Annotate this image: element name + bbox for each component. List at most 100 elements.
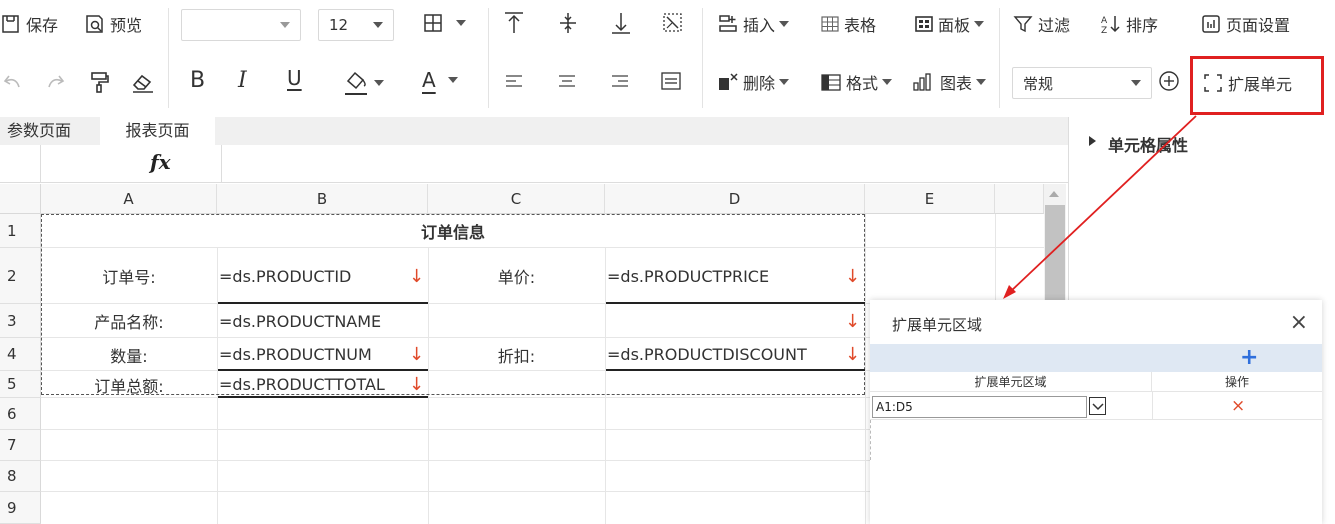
tab-report-page[interactable]: 报表页面 <box>100 117 215 145</box>
panel-button[interactable]: 面板 <box>914 12 985 36</box>
number-format-select[interactable]: 常规 <box>1012 67 1152 99</box>
align-middle-button[interactable] <box>556 10 580 36</box>
expand-down-arrow-icon: ↓ <box>845 266 861 287</box>
border-button[interactable] <box>422 12 466 34</box>
chart-label: 图表 <box>940 74 973 93</box>
fill-color-button[interactable] <box>342 68 384 98</box>
chevron-down-icon <box>280 22 290 28</box>
table-button[interactable]: 表格 <box>820 12 876 36</box>
align-center-button[interactable] <box>557 72 577 92</box>
row-header-2[interactable]: 2 <box>0 248 41 304</box>
column-header-e[interactable]: E <box>865 184 995 214</box>
redo-button[interactable] <box>46 72 66 92</box>
number-format-value: 常规 <box>1023 74 1054 93</box>
chevron-down-icon <box>1131 80 1141 86</box>
sort-button[interactable]: AZ 排序 <box>1100 12 1158 36</box>
font-family-select[interactable] <box>181 9 301 41</box>
sort-label: 排序 <box>1126 16 1159 35</box>
delete-button[interactable]: 删除 <box>717 70 790 94</box>
underline-button[interactable]: U <box>287 66 302 90</box>
cell-order-no-label[interactable]: 订单号: <box>41 248 217 304</box>
sort-icon: AZ <box>1100 13 1122 35</box>
row-header-7[interactable]: 7 <box>0 430 41 461</box>
cell-product-name-label[interactable]: 产品名称: <box>41 304 217 338</box>
align-top-button[interactable] <box>502 10 526 36</box>
cell-underline <box>218 396 428 398</box>
format-painter-icon <box>88 70 110 94</box>
row-header-5[interactable]: 5 <box>0 371 41 398</box>
page-setup-button[interactable]: 页面设置 <box>1200 12 1290 36</box>
preview-button[interactable]: 预览 <box>84 12 142 36</box>
function-icon[interactable]: fx <box>150 150 171 174</box>
cell-discount-label[interactable]: 折扣: <box>428 338 605 371</box>
region-input[interactable]: A1:D5 <box>872 396 1087 418</box>
insert-label: 插入 <box>743 16 776 35</box>
row-header-8[interactable]: 8 <box>0 461 41 492</box>
font-color-button[interactable]: A <box>422 68 458 92</box>
add-icon[interactable]: + <box>1240 347 1258 369</box>
row-header-4[interactable]: 4 <box>0 338 41 371</box>
undo-button[interactable] <box>2 72 22 92</box>
column-header-b[interactable]: B <box>217 184 428 214</box>
caret-right-icon[interactable] <box>1089 136 1096 146</box>
close-icon[interactable]: × <box>1290 310 1308 335</box>
cell-discount-value[interactable]: =ds.PRODUCTDISCOUNT <box>607 338 843 371</box>
cell-order-no-value[interactable]: =ds.PRODUCTID <box>219 248 409 304</box>
align-bottom-button[interactable] <box>609 10 633 36</box>
row-header-6[interactable]: 6 <box>0 398 41 430</box>
expand-down-arrow-icon: ↓ <box>409 344 425 365</box>
page-setup-icon <box>1200 13 1222 35</box>
save-label: 保存 <box>26 16 59 35</box>
filter-label: 过滤 <box>1038 16 1071 35</box>
cell-total-value[interactable]: =ds.PRODUCTTOTAL <box>219 371 409 398</box>
cell-price-value[interactable]: =ds.PRODUCTPRICE <box>607 248 837 304</box>
chevron-down-icon <box>976 79 987 85</box>
merge-cells-button[interactable] <box>661 10 685 36</box>
formula-input[interactable] <box>222 146 1068 182</box>
row-header-3[interactable]: 3 <box>0 304 41 338</box>
cell-total-label[interactable]: 订单总额: <box>41 371 217 398</box>
select-all-corner[interactable] <box>0 184 41 214</box>
align-top-icon <box>502 10 526 36</box>
font-size-select[interactable]: 12 <box>318 9 394 41</box>
align-left-button[interactable] <box>504 72 524 92</box>
chevron-down-icon <box>373 22 383 28</box>
cell-underline <box>606 369 865 371</box>
format-icon <box>820 72 842 92</box>
region-picker-button[interactable] <box>1089 397 1106 415</box>
preview-icon <box>84 13 106 35</box>
eraser-button[interactable] <box>130 70 156 94</box>
expand-down-arrow-icon: ↓ <box>845 344 861 365</box>
row-header-9[interactable]: 9 <box>0 492 41 524</box>
bold-button[interactable]: B <box>190 68 205 93</box>
italic-button[interactable]: I <box>238 68 247 93</box>
column-header-d[interactable]: D <box>605 184 865 214</box>
merge-cells-icon <box>661 10 685 36</box>
column-header-f[interactable] <box>995 184 1044 214</box>
cell-qty-value[interactable]: =ds.PRODUCTNUM <box>219 338 409 371</box>
save-button[interactable]: 保存 <box>0 12 58 36</box>
chevron-down-icon <box>374 80 384 86</box>
column-header-c[interactable]: C <box>428 184 605 214</box>
chevron-down-icon <box>882 79 893 85</box>
wrap-text-button[interactable] <box>659 70 683 92</box>
tab-parameter-page[interactable]: 参数页面 <box>0 117 78 145</box>
format-painter-button[interactable] <box>88 70 110 94</box>
scroll-up-icon[interactable] <box>1049 191 1059 197</box>
border-icon <box>422 12 444 34</box>
cell-qty-label[interactable]: 数量: <box>41 338 217 371</box>
row-header-1[interactable]: 1 <box>0 214 41 248</box>
save-icon <box>0 13 22 35</box>
delete-row-button[interactable]: × <box>1231 396 1245 416</box>
cell-product-name-value[interactable]: =ds.PRODUCTNAME <box>219 304 599 338</box>
format-button[interactable]: 格式 <box>820 70 893 94</box>
add-format-button[interactable] <box>1158 70 1180 92</box>
align-right-button[interactable] <box>610 72 630 92</box>
cell-price-label[interactable]: 单价: <box>428 248 605 304</box>
cell-title[interactable]: 订单信息 <box>41 214 865 248</box>
column-header-a[interactable]: A <box>41 184 217 214</box>
insert-button[interactable]: 插入 <box>717 12 790 36</box>
chart-button[interactable]: 图表 <box>912 70 987 94</box>
panel-title[interactable]: 单元格属性 <box>1108 132 1188 156</box>
filter-button[interactable]: 过滤 <box>1012 12 1070 36</box>
